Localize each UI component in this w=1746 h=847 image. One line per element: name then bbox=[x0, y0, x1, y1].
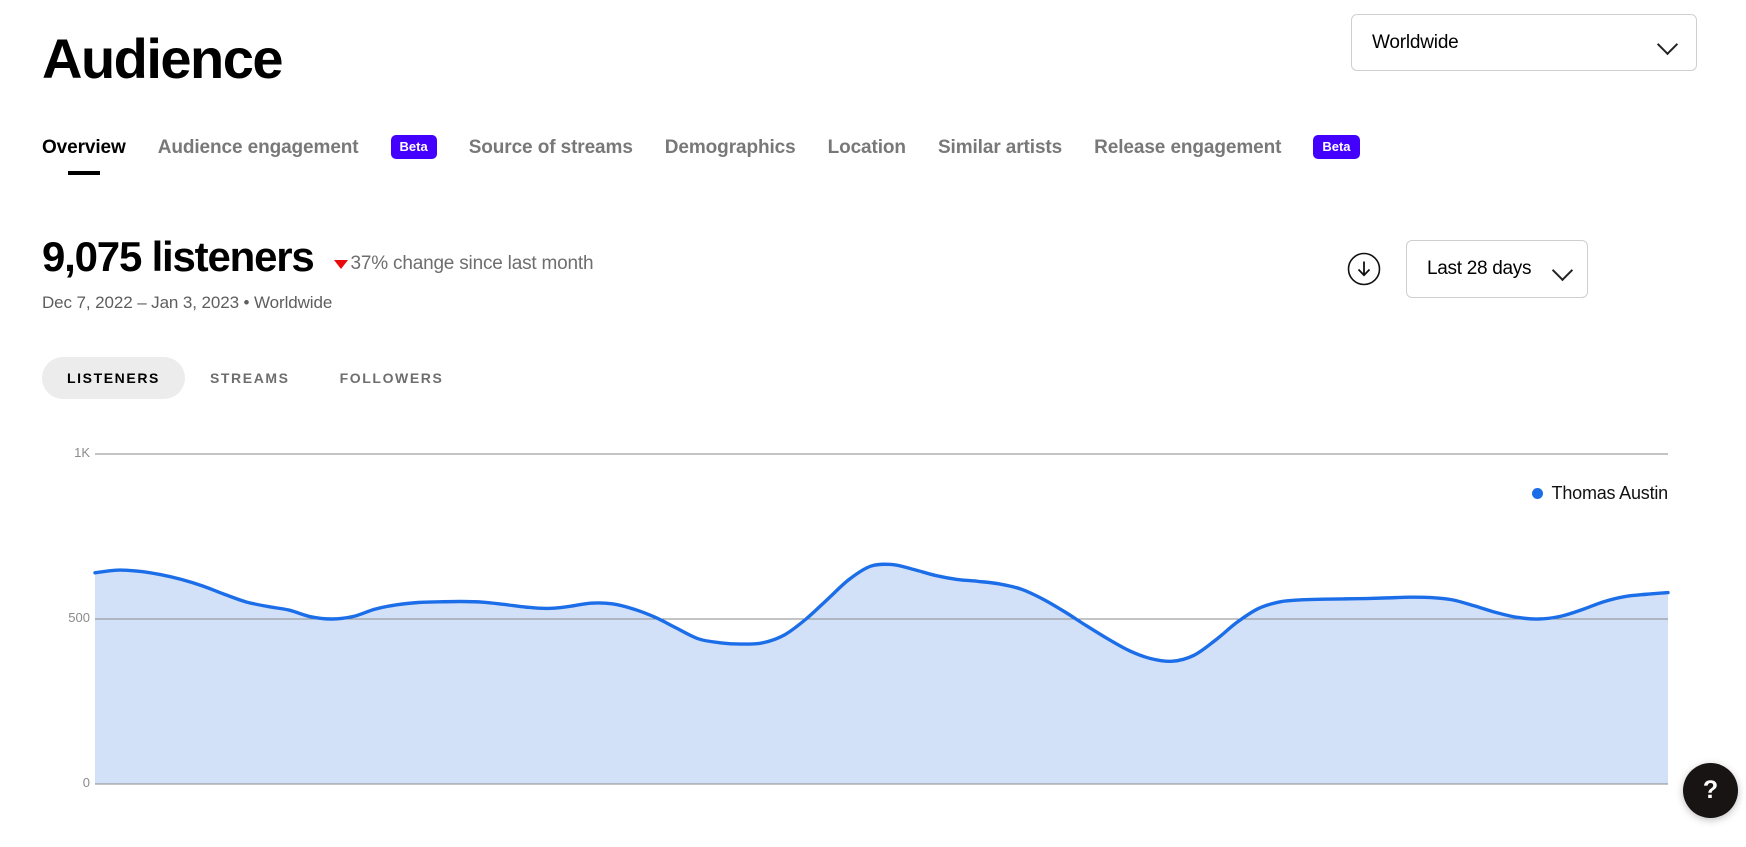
y-axis-tick: 1K bbox=[30, 445, 90, 460]
metric-tab-streams[interactable]: STREAMS bbox=[185, 357, 315, 399]
tab-overview[interactable]: Overview bbox=[42, 137, 126, 159]
primary-nav: Overview Audience engagement Beta Source… bbox=[42, 136, 1392, 160]
summary-block: 9,075 listeners 37% change since last mo… bbox=[42, 233, 593, 281]
listeners-area-chart: Thomas Austin 1K 500 0 bbox=[0, 430, 1746, 847]
tab-audience-engagement-label: Audience engagement bbox=[158, 137, 359, 158]
chevron-down-icon bbox=[1658, 37, 1678, 49]
y-axis-tick: 0 bbox=[30, 775, 90, 790]
listeners-count: 9,075 listeners bbox=[42, 233, 314, 281]
download-circle-icon bbox=[1347, 252, 1381, 286]
tab-release-engagement[interactable]: Release engagement bbox=[1094, 137, 1281, 159]
region-select-value: Worldwide bbox=[1372, 32, 1658, 54]
tab-source-of-streams-label: Source of streams bbox=[469, 137, 633, 158]
tab-demographics[interactable]: Demographics bbox=[665, 137, 796, 159]
metric-tabs: LISTENERS STREAMS FOLLOWERS bbox=[42, 357, 468, 399]
tab-demographics-label: Demographics bbox=[665, 137, 796, 158]
chart-legend: Thomas Austin bbox=[1532, 483, 1668, 504]
tab-release-engagement-label: Release engagement bbox=[1094, 137, 1281, 158]
active-tab-underline bbox=[68, 171, 100, 175]
tab-location[interactable]: Location bbox=[828, 137, 906, 159]
tab-similar-artists-label: Similar artists bbox=[938, 137, 1062, 158]
tab-overview-label: Overview bbox=[42, 137, 126, 158]
download-button[interactable] bbox=[1347, 252, 1381, 286]
legend-label: Thomas Austin bbox=[1552, 483, 1668, 504]
tab-similar-artists[interactable]: Similar artists bbox=[938, 137, 1062, 159]
y-axis-labels: 1K 500 0 bbox=[0, 430, 90, 847]
date-range-select[interactable]: Last 28 days bbox=[1406, 240, 1588, 298]
beta-badge-release-engagement: Beta bbox=[1313, 135, 1359, 159]
region-select[interactable]: Worldwide bbox=[1351, 14, 1697, 71]
metric-tab-listeners[interactable]: LISTENERS bbox=[42, 357, 185, 399]
tab-audience-engagement[interactable]: Audience engagement bbox=[158, 137, 359, 159]
chevron-down-icon bbox=[1553, 263, 1573, 275]
page-title: Audience bbox=[42, 28, 282, 90]
beta-badge-audience-engagement: Beta bbox=[391, 135, 437, 159]
tab-location-label: Location bbox=[828, 137, 906, 158]
legend-color-dot bbox=[1532, 488, 1543, 499]
y-axis-tick: 500 bbox=[30, 610, 90, 625]
date-range-select-value: Last 28 days bbox=[1427, 258, 1553, 280]
change-indicator: 37% change since last month bbox=[334, 253, 594, 275]
tab-source-of-streams[interactable]: Source of streams bbox=[469, 137, 633, 159]
change-text: 37% change since last month bbox=[351, 253, 594, 275]
help-button[interactable]: ? bbox=[1683, 763, 1738, 818]
date-range-caption: Dec 7, 2022 – Jan 3, 2023 • Worldwide bbox=[42, 293, 332, 313]
chart-canvas bbox=[0, 430, 1746, 847]
arrow-down-icon bbox=[334, 260, 348, 269]
metric-tab-followers[interactable]: FOLLOWERS bbox=[315, 357, 469, 399]
